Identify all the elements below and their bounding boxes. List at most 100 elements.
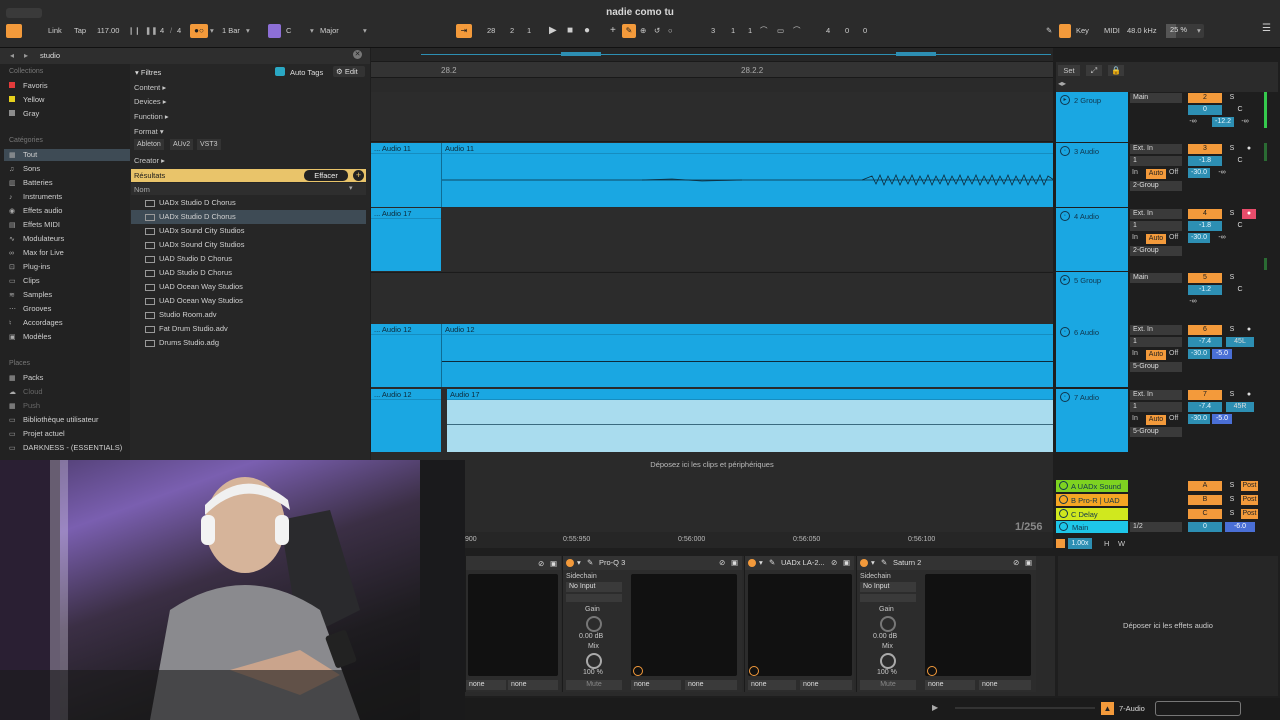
clear-search-icon[interactable]: ✕ — [353, 50, 362, 59]
result-item[interactable]: UADx Studio D Chorus — [131, 210, 366, 224]
category-grooves[interactable]: ⋯ Grooves — [9, 303, 51, 315]
add-icon[interactable]: + — [610, 25, 616, 37]
solo-button[interactable]: S — [1226, 509, 1238, 519]
link-button[interactable]: Link — [48, 25, 62, 37]
input-type-dropdown[interactable]: Ext. In — [1130, 325, 1182, 335]
group-fold-icon[interactable]: ▸ — [1060, 95, 1070, 105]
loop-switch-icon[interactable]: ▭ — [777, 25, 784, 37]
category-accordages[interactable]: ♮ Accordages — [9, 317, 63, 329]
monitor-off-button[interactable]: Off — [1169, 350, 1183, 357]
punch-in-icon[interactable]: ⌒ — [760, 25, 768, 37]
record-icon[interactable]: ● — [584, 25, 590, 37]
input-type-dropdown[interactable]: Main — [1130, 93, 1182, 103]
audio-clip[interactable]: ... Audio 12 — [371, 389, 441, 452]
chevron-down-icon[interactable]: ▾ — [246, 25, 250, 37]
send-a-value[interactable]: -30.0 — [1188, 414, 1210, 424]
track-fold-icon[interactable] — [1059, 495, 1068, 504]
loop-length-sixteenth[interactable]: 0 — [863, 25, 867, 37]
plugin-power-icon[interactable] — [749, 666, 759, 676]
beat-ruler[interactable]: 28.2 28.2.2 — [371, 62, 1053, 78]
sidechain-channel-dropdown[interactable]: none — [800, 680, 852, 690]
chevron-down-icon[interactable]: ▾ — [1197, 25, 1201, 37]
scale-menu[interactable]: Major — [320, 25, 339, 37]
mute-button[interactable]: Mute — [566, 680, 622, 690]
key-map-button[interactable]: Key — [1076, 25, 1089, 37]
return-activator-button[interactable]: B — [1188, 495, 1222, 505]
device-power-icon[interactable] — [566, 559, 574, 567]
gain-knob[interactable] — [586, 616, 602, 632]
chevron-down-icon[interactable]: ▾ — [310, 25, 314, 37]
play-icon[interactable]: ▶ — [932, 703, 938, 712]
monitor-auto-button[interactable]: Auto — [1146, 234, 1166, 244]
sidechain-slot[interactable] — [860, 594, 916, 602]
main-channel-dropdown[interactable]: 1/2 — [1130, 522, 1182, 532]
result-item[interactable]: UADx Sound City Studios — [131, 224, 366, 238]
input-type-dropdown[interactable]: Ext. In — [1130, 209, 1182, 219]
clear-results-button[interactable]: Effacer — [304, 170, 348, 181]
auto-tags-icon[interactable] — [275, 67, 285, 76]
width-toggle[interactable]: W — [1118, 539, 1125, 548]
result-item[interactable]: UAD Studio D Chorus — [131, 252, 366, 266]
midi-map-button[interactable]: MIDI — [1104, 25, 1120, 37]
category-effets-audio[interactable]: ◉ Effets audio — [9, 205, 62, 217]
track-lane-3-audio[interactable]: ... Audio 11 Audio 11 — [371, 143, 1055, 207]
wrench-icon[interactable]: ✎ — [769, 556, 775, 570]
monitor-off-button[interactable]: Off — [1169, 234, 1183, 241]
plugin-power-icon[interactable] — [633, 666, 643, 676]
result-item[interactable]: Drums Studio.adg — [131, 336, 366, 350]
sidechain-source-dropdown[interactable]: none — [631, 680, 681, 690]
track-activator-button[interactable]: 4 — [1188, 209, 1222, 219]
track-volume[interactable]: -1.8 — [1188, 156, 1222, 166]
main-volume[interactable]: 0 — [1188, 522, 1222, 532]
chevron-down-icon[interactable]: ▾ — [871, 556, 875, 570]
solo-button[interactable]: S — [1226, 273, 1238, 283]
solo-button[interactable]: S — [1226, 481, 1238, 491]
position-beat[interactable]: 2 — [510, 25, 514, 37]
forward-icon[interactable]: ▸ — [24, 51, 28, 60]
overview-strip[interactable] — [371, 48, 1053, 62]
input-channel-dropdown[interactable]: 1 — [1130, 337, 1182, 347]
place-cloud[interactable]: ☁ Cloud — [9, 386, 43, 398]
mix-knob[interactable] — [586, 653, 602, 669]
monitor-in-button[interactable]: In — [1132, 169, 1146, 176]
mix-knob[interactable] — [880, 653, 896, 669]
scale-mode-icon[interactable] — [268, 24, 281, 38]
sidechain-source-dropdown[interactable]: none — [925, 680, 975, 690]
auto-tags-button[interactable]: Auto Tags — [290, 68, 323, 77]
format-tag-vst3[interactable]: VST3 — [197, 139, 221, 150]
sidechain-source-dropdown[interactable]: none — [466, 680, 506, 690]
track-header[interactable]: ▸ 2 Group — [1056, 92, 1128, 142]
result-item[interactable]: UADx Sound City Studios — [131, 238, 366, 252]
return-track-header[interactable]: C Delay — [1056, 508, 1128, 520]
track-lane-5-group[interactable] — [371, 272, 1053, 324]
chevron-down-icon[interactable]: ▾ — [210, 25, 214, 37]
filter-function[interactable]: Function ▸ — [134, 112, 169, 121]
track-fold-icon[interactable] — [1059, 522, 1068, 531]
draw-mode-icon[interactable]: ✎ — [1046, 25, 1052, 37]
place-push[interactable]: ▦ Push — [9, 400, 40, 412]
category-sons[interactable]: ♫ Sons — [9, 163, 40, 175]
track-warning-icon[interactable]: ▲ — [1101, 702, 1114, 715]
place-user-library[interactable]: ▭ Bibliothèque utilisateur — [9, 414, 98, 426]
plugin-display[interactable] — [925, 574, 1031, 676]
metronome-button[interactable]: ●○ — [190, 24, 208, 38]
track-lane-2-group[interactable] — [371, 92, 1053, 142]
track-header[interactable]: ▸ 5 Group — [1056, 272, 1128, 324]
audio-clip[interactable]: ... Audio 12 — [371, 324, 441, 387]
chevron-down-icon[interactable]: ▾ — [363, 25, 367, 37]
sidechain-source-dropdown[interactable]: none — [748, 680, 796, 690]
track-header[interactable]: ◦ 3 Audio — [1056, 143, 1128, 207]
zoom-orange-icon[interactable] — [1056, 539, 1065, 548]
result-item[interactable]: Fat Drum Studio.adv — [131, 322, 366, 336]
quantize-menu[interactable]: 1 Bar — [222, 25, 240, 37]
send-a-value[interactable]: -30.0 — [1188, 233, 1210, 243]
track-fold-icon[interactable] — [1059, 481, 1068, 490]
place-darkness[interactable]: ▭ DARKNESS - (ESSENTIALS) — [9, 442, 122, 454]
track-header[interactable]: ◦ 4 Audio — [1056, 208, 1128, 271]
collection-gray[interactable]: Gray — [9, 108, 39, 120]
set-button[interactable]: Set — [1058, 65, 1080, 76]
plugin-display[interactable] — [631, 574, 737, 676]
track-pan[interactable]: C — [1226, 285, 1254, 295]
track-lane-6-audio[interactable]: ... Audio 12 Audio 12 — [371, 324, 1053, 387]
track-activator-button[interactable]: 5 — [1188, 273, 1222, 283]
